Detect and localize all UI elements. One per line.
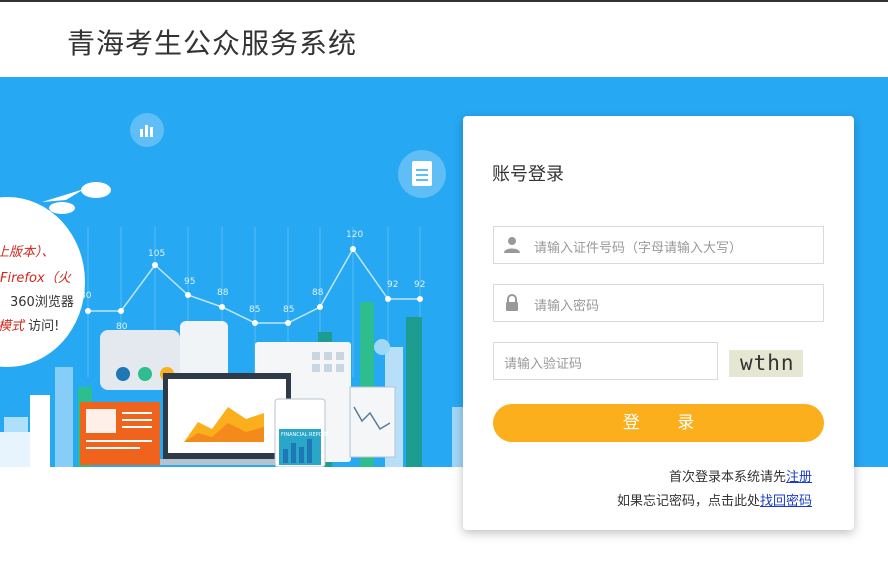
password-input[interactable]: 请输入密码 — [493, 284, 824, 322]
top-header: 青海考生公众服务系统 — [0, 0, 888, 77]
chart-value-label: 85 — [283, 305, 295, 315]
captcha-image[interactable]: wthn — [729, 350, 803, 377]
password-placeholder: 请输入密码 — [534, 299, 600, 314]
id-number-placeholder: 请输入证件号码（字母请输入大写） — [534, 241, 743, 256]
register-prefix: 首次登录本系统请先 — [668, 470, 786, 485]
financial-report-label: FINANCIAL REPORT — [281, 432, 329, 438]
chart-value-label: 88 — [217, 288, 229, 298]
notice-emphasis: 模式 — [0, 319, 25, 334]
user-icon — [504, 237, 520, 253]
register-hint: 首次登录本系统请先注册 — [669, 466, 812, 485]
notice-line: 上版本）、 — [0, 245, 55, 260]
captcha-text: wthn — [740, 351, 795, 375]
notice-line: 模式 访问! — [0, 315, 59, 334]
lock-icon — [506, 294, 518, 311]
forgot-prefix: 如果忘记密码，点击此处 — [616, 494, 760, 509]
captcha-input[interactable]: 请输入验证码 — [493, 342, 718, 380]
notice-tail: 访问! — [28, 319, 60, 334]
login-card: 账号登录 请输入证件号码（字母请输入大写） 请输入密码 请输入验证码 wthn … — [463, 116, 854, 530]
chart-value-label: 85 — [249, 305, 261, 315]
chart-value-label: 105 — [148, 249, 166, 259]
chart-value-label: 92 — [387, 280, 399, 290]
forgot-password-link[interactable]: 找回密码 — [760, 494, 812, 509]
captcha-placeholder: 请输入验证码 — [504, 357, 583, 372]
notice-line: 360浏览器 — [10, 295, 74, 310]
login-button[interactable]: 登 录 — [493, 404, 824, 442]
chart-value-label: 92 — [414, 280, 426, 290]
notice-line: Firefox（火 — [0, 271, 71, 286]
chart-value-label: 80 — [116, 322, 128, 332]
id-number-input[interactable]: 请输入证件号码（字母请输入大写） — [493, 226, 824, 264]
site-title: 青海考生公众服务系统 — [67, 27, 358, 60]
login-title: 账号登录 — [492, 164, 564, 185]
register-link[interactable]: 注册 — [786, 470, 812, 485]
chart-value-label: 95 — [184, 277, 196, 287]
chart-value-label: 120 — [346, 230, 364, 240]
forgot-password-hint: 如果忘记密码，点击此处找回密码 — [617, 490, 812, 509]
chart-value-label: 88 — [312, 288, 324, 298]
